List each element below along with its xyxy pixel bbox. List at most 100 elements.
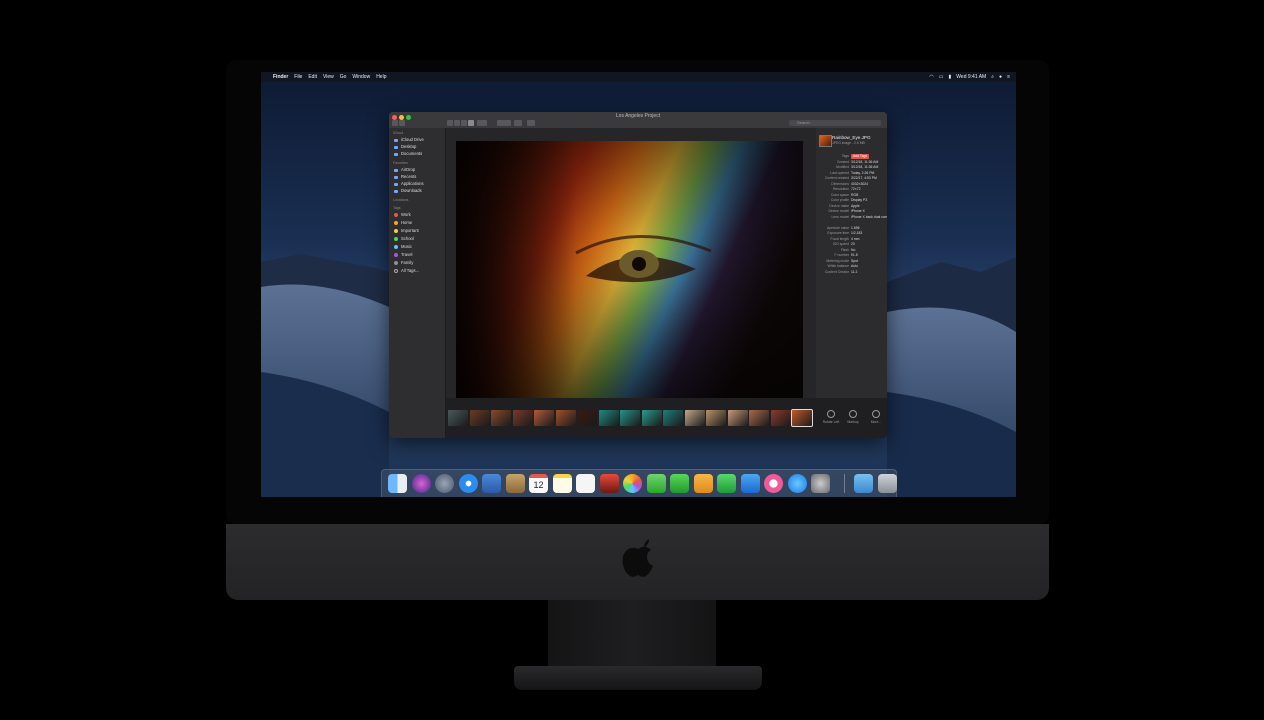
metadata-row: Dimensions 4032×3024 [816, 182, 887, 187]
downloads-folder-icon[interactable] [854, 474, 873, 493]
filmstrip: Rotate Left Markup More... [446, 398, 887, 438]
sidebar-item-documents[interactable]: Documents [394, 151, 422, 157]
sidebar-item-applications[interactable]: Applications [394, 181, 424, 187]
metadata-key: Flash [840, 247, 849, 252]
finder-window: Los Angeles Project Search iCloud iCloud… [389, 112, 887, 438]
contacts-icon[interactable] [505, 474, 525, 493]
tag-dot-icon [394, 261, 398, 265]
metadata-key: Content created [824, 176, 849, 180]
spotlight-icon[interactable]: ⌕ [991, 72, 994, 82]
launchpad-icon[interactable] [435, 474, 454, 493]
tag-dot-icon [394, 237, 398, 241]
filmstrip-thumbnail[interactable] [684, 410, 705, 426]
siri-icon[interactable] [411, 474, 431, 493]
battery-icon[interactable]: ▮ [949, 72, 952, 82]
filmstrip-thumbnail[interactable] [555, 410, 576, 426]
menu-go[interactable]: Go [340, 72, 347, 82]
menu-clock[interactable]: Wed 9:41 AM [956, 72, 986, 82]
menu-file[interactable]: File [294, 72, 302, 82]
sidebar-tag-travel[interactable]: Travel [394, 252, 412, 258]
pages-icon[interactable] [693, 474, 713, 493]
sidebar-header-tags: Tags [393, 206, 401, 210]
sidebar-item-downloads[interactable]: Downloads [394, 188, 422, 194]
metadata-key: Lens model [831, 214, 849, 219]
siri-menu-icon[interactable]: ● [999, 72, 1002, 82]
dock: 12 [381, 469, 897, 497]
list-view-button[interactable] [454, 120, 460, 126]
reminders-icon[interactable] [576, 474, 595, 493]
sidebar-item-recents[interactable]: Recents [394, 174, 416, 180]
share-button[interactable] [514, 120, 522, 126]
icon-view-button[interactable] [447, 120, 453, 126]
column-view-button[interactable] [461, 120, 467, 126]
filmstrip-thumbnail[interactable] [706, 410, 726, 426]
action-button[interactable] [497, 120, 511, 126]
finder-icon[interactable] [388, 474, 407, 493]
menu-window[interactable]: Window [352, 72, 370, 82]
keynote-icon[interactable] [740, 474, 760, 493]
add-tags-button[interactable]: Add Tags [851, 154, 870, 159]
sidebar-tag-home[interactable]: Home [394, 220, 412, 226]
calendar-icon[interactable]: 12 [529, 474, 548, 493]
more-button[interactable]: More... [864, 410, 887, 424]
safari-icon[interactable] [458, 474, 478, 493]
filmstrip-thumbnail[interactable] [469, 410, 490, 426]
filmstrip-thumbnail[interactable] [534, 410, 554, 426]
filmstrip-thumbnail[interactable] [770, 410, 791, 426]
sidebar-item-desktop[interactable]: Desktop [394, 144, 416, 150]
airplay-icon[interactable]: ▭ [939, 72, 944, 82]
sidebar-tag-all[interactable]: All Tags... [394, 268, 419, 274]
sidebar-tag-important[interactable]: Important [394, 228, 419, 234]
notes-icon[interactable] [552, 474, 572, 493]
markup-button[interactable]: Markup [841, 410, 865, 424]
metadata-key: Exposure time [827, 231, 849, 235]
search-field[interactable]: Search [789, 120, 881, 126]
menu-edit[interactable]: Edit [308, 72, 317, 82]
app-store-icon[interactable] [787, 474, 807, 493]
filmstrip-thumbnail[interactable] [598, 410, 619, 426]
filmstrip-thumbnail[interactable] [448, 410, 468, 426]
filmstrip-thumbnail[interactable] [491, 410, 511, 426]
sidebar-item-label: School [401, 236, 414, 241]
photos-icon[interactable] [623, 474, 642, 493]
screen: Finder File Edit View Go Window Help ◠ ▭… [261, 72, 1016, 497]
filmstrip-thumbnail[interactable] [641, 410, 662, 426]
filmstrip-thumbnail[interactable] [620, 410, 640, 426]
sidebar-tag-music[interactable]: Music [394, 244, 412, 250]
wifi-icon[interactable]: ◠ [929, 72, 933, 82]
notification-center-icon[interactable]: ≡ [1007, 72, 1010, 82]
numbers-icon[interactable] [717, 474, 736, 493]
gallery-view-button[interactable] [468, 120, 474, 126]
photo-browser-icon[interactable] [482, 474, 501, 493]
messages-icon[interactable] [646, 474, 666, 493]
menu-app-name[interactable]: Finder [273, 72, 288, 82]
preview-photo[interactable] [456, 141, 803, 402]
filmstrip-thumbnail[interactable] [727, 410, 748, 426]
facetime-icon[interactable] [670, 474, 689, 493]
sidebar-item-label: Recents [401, 174, 417, 179]
trash-icon[interactable] [877, 474, 897, 493]
filmstrip-thumbnail[interactable] [663, 410, 683, 426]
tag-dot-icon [394, 229, 398, 233]
filmstrip-thumbnail[interactable] [577, 410, 597, 426]
filmstrip-thumbnail[interactable] [791, 409, 813, 427]
sidebar-item-icloud-drive[interactable]: iCloud Drive [394, 137, 424, 143]
menu-help[interactable]: Help [376, 72, 386, 82]
system-preferences-icon[interactable] [811, 474, 830, 493]
sidebar-tag-work[interactable]: Work [394, 212, 411, 218]
forward-button[interactable] [399, 120, 405, 126]
itunes-icon[interactable] [764, 474, 783, 493]
back-button[interactable] [392, 120, 398, 126]
sidebar-item-airdrop[interactable]: AirDrop [394, 167, 415, 173]
tag-button[interactable] [527, 120, 535, 126]
sidebar-tag-family[interactable]: Family [394, 260, 413, 266]
rotate-left-button[interactable]: Rotate Left [819, 410, 843, 424]
sidebar-tag-school[interactable]: School [394, 236, 414, 242]
filmstrip-thumbnail[interactable] [749, 410, 769, 426]
sidebar-header-locations: Locations [393, 198, 409, 202]
photo-booth-icon[interactable] [599, 474, 619, 493]
metadata-value: 3/12/18, 11:36 AM [851, 165, 879, 169]
filmstrip-thumbnail[interactable] [512, 410, 533, 426]
group-button[interactable] [477, 120, 487, 126]
menu-view[interactable]: View [323, 72, 334, 82]
